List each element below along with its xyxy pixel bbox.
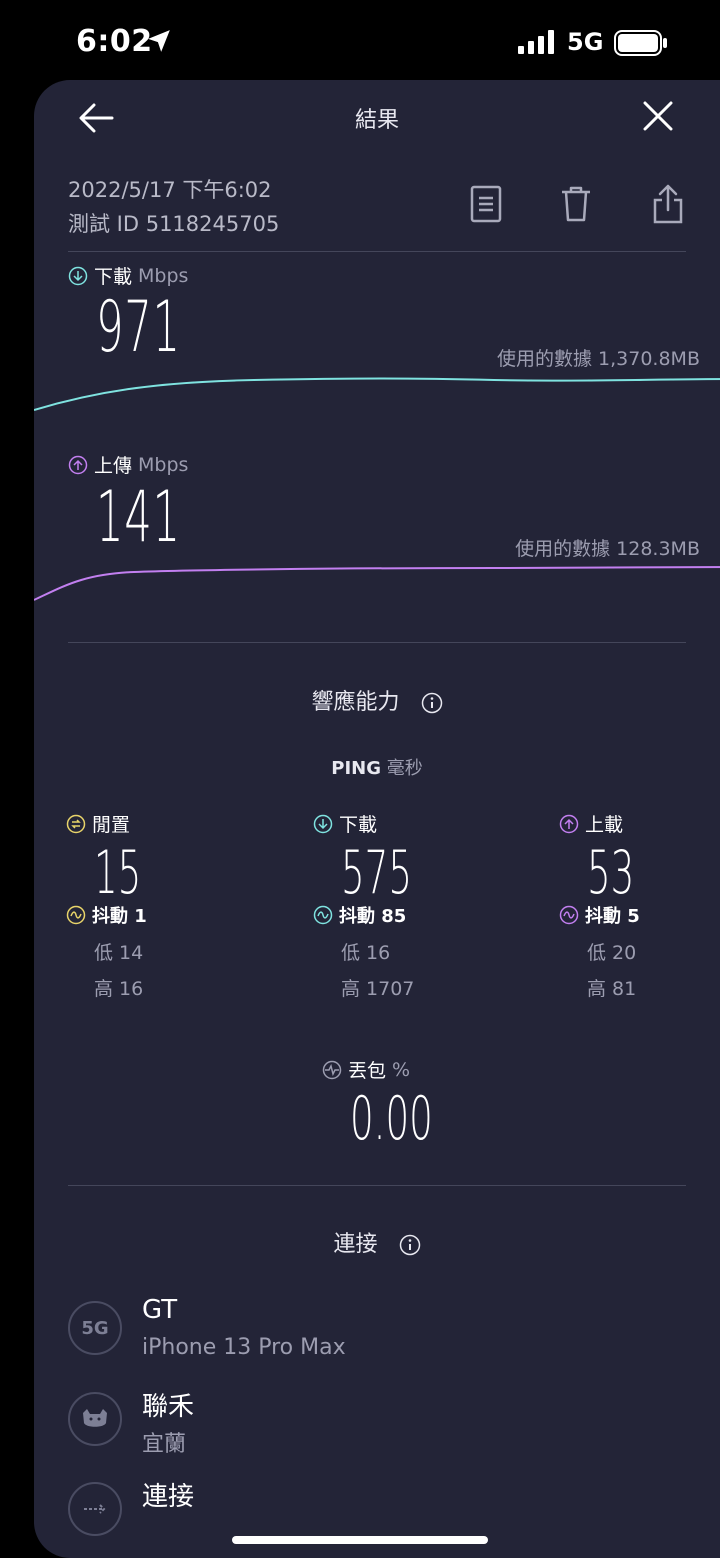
responsiveness-title: 響應能力 [34,684,720,716]
ping-idle-jitter-text: 抖動 1 [92,906,147,927]
packet-loss-unit: % [392,1058,411,1081]
ping-idle-value: 15 [94,838,142,908]
test-date: 2022/5/17 下午6:02 [68,178,272,202]
ping-upload-column: 上載 53 抖動 5 低 20 高 81 [559,810,720,1000]
close-icon[interactable] [642,100,674,132]
ping-unit: 毫秒 [386,758,423,779]
results-sheet: 結果 2022/5/17 下午6:02 測試 ID 5118245705 下載 … [34,80,720,1558]
packet-loss-label-text: 丟包 [348,1060,387,1082]
upload-label: 上傳 Mbps [68,451,188,478]
server-location: 宜蘭 [142,1432,187,1457]
ping-download-low: 低 16 [341,942,391,964]
page-title: 結果 [354,108,399,133]
upload-arrow-icon [559,814,579,833]
packet-loss-value: 0.00 [350,1084,433,1154]
document-list-icon[interactable] [468,184,504,224]
ping-idle-label: 閒置 [66,810,266,837]
test-id: 測試 ID 5118245705 [68,212,280,236]
ping-download-high: 高 1707 [341,978,415,1000]
download-data-used: 使用的數據 1,370.8MB [497,348,700,370]
ping-title: PING 毫秒 [34,754,720,780]
ping-idle-low: 低 14 [94,942,144,964]
ping-upload-label: 上載 [559,810,720,837]
upload-label-text: 上傳 [94,455,133,477]
ping-upload-low: 低 20 [587,942,637,964]
ping-download-jitter: 抖動 85 [313,902,406,928]
jitter-icon [66,905,86,925]
ping-idle-label-text: 閒置 [92,814,131,836]
connection-provider: GT [142,1295,178,1325]
ping-upload-value: 53 [587,838,635,908]
status-bar: 6:02 5G [0,0,720,80]
ping-upload-jitter-text: 抖動 5 [585,906,640,927]
download-arrow-icon [313,814,333,833]
ping-idle-column: 閒置 15 抖動 1 低 14 高 16 [66,810,266,1000]
connection-title: 連接 [34,1226,720,1258]
upload-data-used: 使用的數據 128.3MB [515,538,700,560]
server-name: 聯禾 [142,1392,195,1422]
download-unit: Mbps [138,264,189,287]
responsiveness-title-text: 響應能力 [311,690,400,715]
download-graph [34,377,720,411]
download-label-text: 下載 [94,266,133,288]
ping-label: PING [331,758,381,779]
packet-loss-label: 丟包 % [322,1056,410,1083]
download-label: 下載 Mbps [68,262,188,289]
home-indicator[interactable] [232,1536,488,1544]
share-icon[interactable] [650,184,686,224]
info-icon[interactable] [399,1234,421,1256]
ping-download-label: 下載 [313,810,513,837]
server-cat-icon [68,1392,122,1446]
5g-network-icon: 5G [68,1301,122,1355]
connections-label: 連接 [142,1482,195,1512]
network-type: 5G [567,28,604,56]
ping-idle-jitter: 抖動 1 [66,902,147,928]
divider [68,642,686,643]
location-arrow-icon [148,30,170,52]
connections-icon [68,1482,122,1536]
ping-upload-label-text: 上載 [585,814,624,836]
download-speed: 971 [96,286,181,368]
ping-download-label-text: 下載 [339,814,378,836]
upload-graph [34,566,720,601]
ping-idle-high: 高 16 [94,978,144,1000]
ping-upload-high: 高 81 [587,978,637,1000]
connection-title-text: 連接 [333,1232,378,1257]
ping-upload-jitter: 抖動 5 [559,902,640,928]
jitter-icon [313,905,333,925]
trash-icon[interactable] [558,184,594,224]
divider [68,251,686,252]
download-arrow-icon [68,266,88,285]
divider [68,1185,686,1186]
ping-download-value: 575 [341,838,413,908]
info-icon[interactable] [421,692,443,714]
connection-item-device[interactable]: 5G GT iPhone 13 Pro Max [68,1295,668,1365]
cell-signal-icon [518,30,554,54]
battery-icon [614,30,667,56]
status-time: 6:02 [76,24,153,59]
packet-loss-icon [322,1060,342,1079]
jitter-icon [559,905,579,925]
connection-item-server[interactable]: 聯禾 宜蘭 [68,1392,668,1457]
connection-device: iPhone 13 Pro Max [142,1335,346,1360]
upload-speed: 141 [96,476,181,558]
ping-download-column: 下載 575 抖動 85 低 16 高 1707 [313,810,513,1000]
upload-arrow-icon [68,455,88,474]
ping-download-jitter-text: 抖動 85 [339,906,407,927]
idle-icon [66,814,86,833]
upload-unit: Mbps [138,453,189,476]
